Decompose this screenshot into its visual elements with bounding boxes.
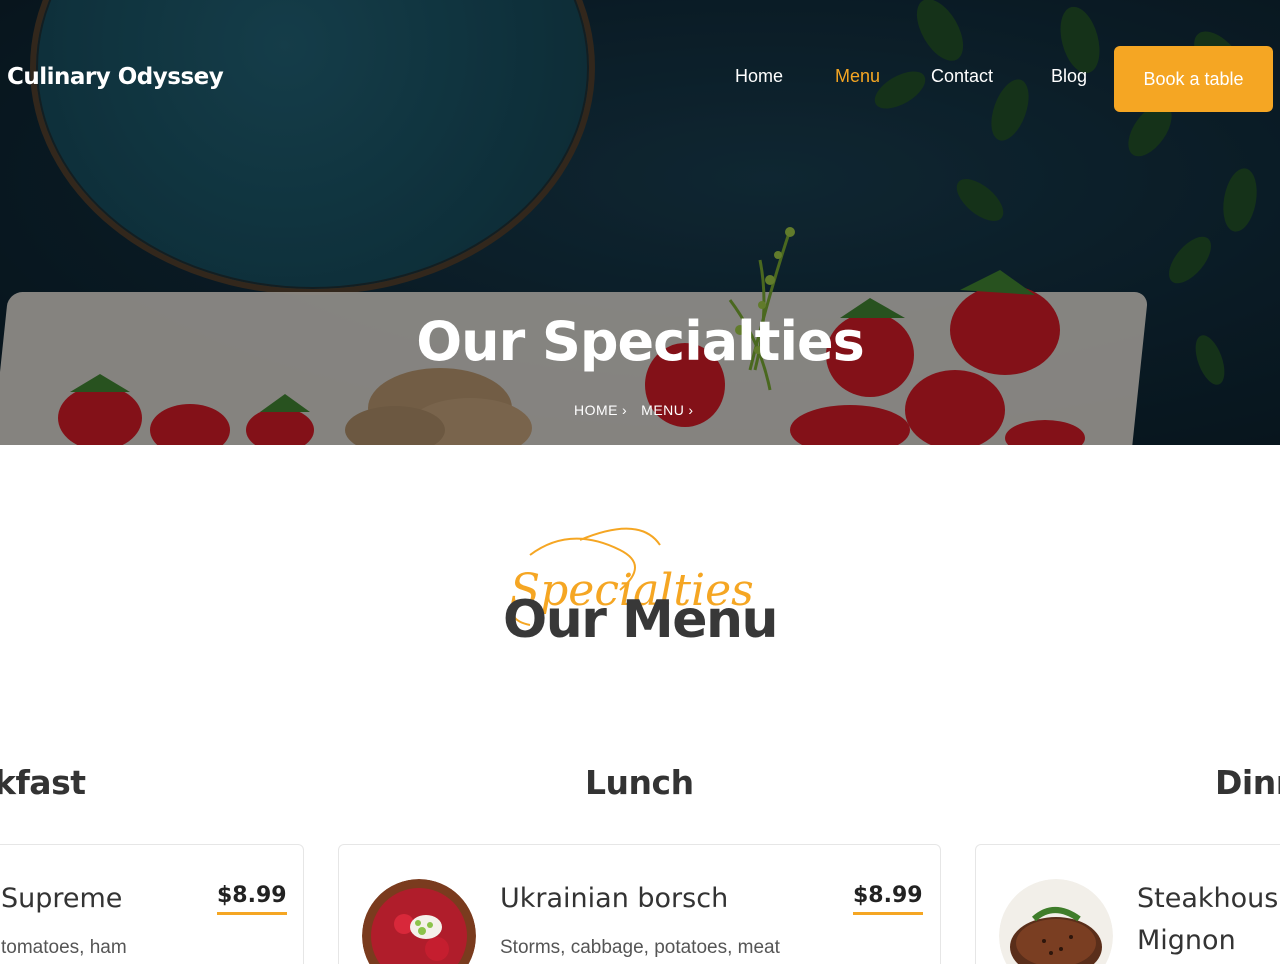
dish-name: Supreme [1,883,123,914]
chevron-right-icon: › [622,402,628,418]
hero-banner: Culinary Odyssey Home Menu Contact Blog … [0,0,1280,445]
nav-home[interactable]: Home [735,66,783,87]
dish-name-line1: Steakhous [1137,883,1279,914]
dish-name: Ukrainian borsch [500,883,729,914]
dish-price: $8.99 [217,883,287,915]
book-table-button[interactable]: Book a table [1114,46,1273,112]
breadcrumb-menu[interactable]: MENU › [641,402,693,418]
dish-description: Storms, cabbage, potatoes, meat [500,937,780,958]
nav-contact[interactable]: Contact [931,66,993,87]
category-breakfast[interactable]: kfast [0,763,86,802]
breadcrumb-home-label: HOME [574,402,618,418]
menu-card[interactable]: Steakhous Mignon [975,844,1280,964]
dish-image-borsch [362,879,476,964]
dish-price: $8.99 [853,883,923,915]
category-dinner[interactable]: Dinn [1215,763,1280,802]
nav-menu[interactable]: Menu [835,66,880,87]
dish-name-line2: Mignon [1137,925,1236,956]
breadcrumb: HOME › MENU › [574,402,694,418]
nav-blog[interactable]: Blog [1051,66,1087,87]
brand-logo[interactable]: Culinary Odyssey [7,64,224,90]
chevron-right-icon: › [688,402,694,418]
category-lunch[interactable]: Lunch [585,763,694,802]
breadcrumb-menu-label: MENU [641,402,685,418]
dish-image-steak [999,879,1113,964]
page-title: Our Specialties [416,310,865,373]
menu-card[interactable]: Ukrainian borsch Storms, cabbage, potato… [338,844,941,964]
breadcrumb-home[interactable]: HOME › [574,402,627,418]
dish-description: tomatoes, ham [1,937,127,958]
section-heading: Our Menu [502,590,779,650]
menu-card[interactable]: Supreme tomatoes, ham $8.99 [0,844,304,964]
